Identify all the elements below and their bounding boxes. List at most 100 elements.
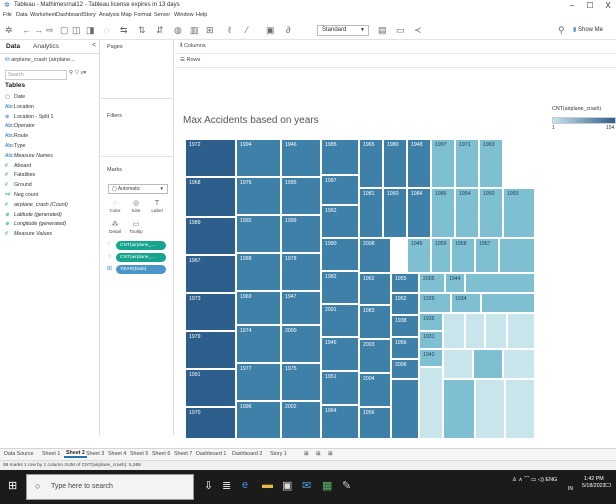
treemap-cell[interactable]: 1947 bbox=[281, 291, 321, 325]
treemap-cell[interactable] bbox=[475, 379, 505, 439]
menu-help[interactable]: Help bbox=[196, 12, 207, 18]
treemap-cell[interactable] bbox=[505, 379, 535, 439]
treemap-cell[interactable]: 1938 bbox=[391, 315, 419, 337]
tab-data[interactable]: Data bbox=[6, 43, 20, 50]
field-search-input[interactable]: Search bbox=[5, 70, 67, 80]
menu-server[interactable]: Server bbox=[154, 12, 170, 18]
show-me-button[interactable]: ▮ Show Me bbox=[573, 26, 603, 33]
treemap-cell[interactable]: 1962 bbox=[321, 205, 359, 238]
label-button[interactable]: T Label bbox=[148, 199, 166, 217]
user-icon[interactable]: ♙ bbox=[512, 477, 517, 483]
pin-icon[interactable]: ⚲ bbox=[558, 25, 565, 35]
treemap-cell[interactable]: 1954 bbox=[455, 188, 479, 238]
treemap-cell[interactable]: 1958 bbox=[451, 238, 475, 273]
tab-sheet-3[interactable]: Sheet 3 bbox=[86, 451, 104, 457]
tableau-taskbar-icon[interactable]: ▦ bbox=[322, 479, 332, 492]
back-icon[interactable]: ← bbox=[22, 25, 31, 35]
treemap-cell[interactable]: 1931 bbox=[419, 331, 443, 349]
tab-sheet-2[interactable]: Sheet 2 bbox=[64, 450, 87, 458]
new-worksheet-icon[interactable]: ◫ bbox=[72, 25, 81, 35]
tab-sheet-1[interactable]: Sheet 1 bbox=[42, 451, 60, 457]
treemap-cell[interactable] bbox=[481, 293, 535, 313]
tab-data-source[interactable]: Data Source bbox=[4, 451, 33, 457]
view-size-select[interactable]: Standard ▼ bbox=[317, 25, 369, 36]
treemap-cell[interactable]: 1975 bbox=[281, 363, 321, 401]
filter-icon[interactable]: ▽ bbox=[75, 70, 79, 76]
field-item[interactable]: ⊕ Latitude (generated) bbox=[5, 212, 62, 218]
close-button[interactable]: X bbox=[602, 1, 614, 10]
treemap-cell[interactable] bbox=[507, 313, 535, 349]
clock[interactable]: 1:42 PM 5/18/2023 bbox=[582, 476, 606, 490]
show-cards-icon[interactable]: ▤ bbox=[378, 25, 387, 35]
menu-map[interactable]: Map bbox=[121, 12, 132, 18]
treemap-cell[interactable]: 1994 bbox=[236, 139, 281, 177]
widgets-icon[interactable]: ≣ bbox=[222, 479, 231, 492]
field-item[interactable]: # Measure Values bbox=[5, 231, 52, 237]
group-icon[interactable]: ◍ bbox=[174, 25, 182, 35]
treemap-cell[interactable]: 2005 bbox=[419, 273, 445, 293]
treemap-cell[interactable]: 1948 bbox=[407, 139, 431, 188]
file-explorer-icon[interactable]: ▬ bbox=[262, 479, 273, 491]
mail-icon[interactable]: ✉ bbox=[302, 479, 311, 492]
treemap-cell[interactable]: 1983 bbox=[359, 305, 391, 339]
new-story-tab-icon[interactable]: ⊞ bbox=[328, 451, 332, 457]
treemap-cell[interactable]: 1942 bbox=[419, 349, 443, 367]
field-item[interactable]: # Aboard bbox=[5, 163, 31, 169]
sort-desc-icon[interactable]: ⇵ bbox=[156, 25, 164, 35]
treemap-cell[interactable]: 2008 bbox=[359, 238, 391, 273]
field-item[interactable]: AbcRoute bbox=[5, 133, 28, 139]
treemap-cell[interactable]: 1960 bbox=[383, 188, 407, 238]
menu-file[interactable]: File bbox=[3, 12, 12, 18]
treemap-cell[interactable] bbox=[465, 273, 535, 293]
tab-analytics[interactable]: Analytics bbox=[33, 43, 59, 50]
treemap-cell[interactable]: 1971 bbox=[455, 139, 479, 188]
field-item[interactable]: ⊕ Longitude (generated) bbox=[5, 221, 66, 227]
treemap-cell[interactable]: 2006 bbox=[391, 359, 419, 379]
treemap-cell[interactable]: 1956 bbox=[359, 407, 391, 439]
menu-dashboard[interactable]: Dashboard bbox=[56, 12, 83, 18]
menu-worksheet[interactable]: Worksheet bbox=[30, 12, 56, 18]
treemap-cell[interactable]: 1951 bbox=[321, 371, 359, 405]
list-view-icon[interactable]: ≡▾ bbox=[80, 70, 86, 76]
rows-shelf[interactable]: ☰ Rows bbox=[175, 54, 616, 68]
pause-updates-icon[interactable]: ◌ bbox=[104, 25, 109, 35]
treemap-cell[interactable]: 1964 bbox=[321, 405, 359, 439]
presentation-mode-icon[interactable]: ▭ bbox=[396, 25, 405, 35]
treemap-cell[interactable]: 2003 bbox=[359, 339, 391, 373]
duplicate-icon[interactable]: ◨ bbox=[86, 25, 95, 35]
treemap-cell[interactable]: 1957 bbox=[475, 238, 499, 273]
field-item[interactable]: AbcType bbox=[5, 143, 25, 149]
store-icon[interactable]: ▣ bbox=[282, 479, 292, 492]
treemap-cell[interactable]: 1989 bbox=[185, 217, 236, 255]
treemap-cell[interactable]: 2000 bbox=[281, 325, 321, 363]
datasource-item[interactable]: ⛁ airplane_crash (airplane... bbox=[5, 57, 75, 63]
treemap-cell[interactable]: 1986 bbox=[431, 188, 455, 238]
forward-icon[interactable]: → bbox=[34, 25, 43, 35]
year-pill[interactable]: YEAR(Date) bbox=[116, 265, 166, 274]
treemap-cell[interactable]: 1990 bbox=[321, 238, 359, 271]
treemap-cell[interactable]: 1946 bbox=[281, 139, 321, 177]
treemap-cell[interactable]: 1999 bbox=[281, 215, 321, 253]
system-tray[interactable]: ♙ ∧ ⌒ ▭ ◁) ENG bbox=[512, 475, 557, 483]
size-pill[interactable]: CNT(airplane_... bbox=[116, 241, 166, 250]
language-indicator[interactable]: ENG bbox=[545, 477, 557, 483]
treemap-cell[interactable]: 1985 bbox=[321, 139, 359, 175]
treemap-cell[interactable]: 1981 bbox=[359, 188, 383, 238]
tab-story-1[interactable]: Story 1 bbox=[270, 451, 287, 457]
treemap-cell[interactable]: 1978 bbox=[281, 253, 321, 291]
new-worksheet-tab-icon[interactable]: ⊞ bbox=[304, 451, 308, 457]
treemap-cell[interactable]: 1984 bbox=[407, 188, 431, 238]
taskbar-search[interactable]: ○ Type here to search bbox=[26, 474, 194, 500]
battery-icon[interactable]: ▭ bbox=[531, 477, 536, 483]
maximize-button[interactable]: ☐ bbox=[584, 1, 596, 10]
tab-sheet-6[interactable]: Sheet 6 bbox=[152, 451, 170, 457]
detail-button[interactable]: ⁂ Detail bbox=[106, 220, 124, 238]
new-dashboard-tab-icon[interactable]: ⊞ bbox=[316, 451, 320, 457]
columns-shelf[interactable]: ⦀ Columns bbox=[175, 40, 616, 54]
treemap-cell[interactable]: 1995 bbox=[281, 177, 321, 215]
treemap-cell[interactable]: 1967 bbox=[185, 255, 236, 293]
treemap-cell[interactable] bbox=[485, 313, 507, 349]
tab-dashboard-2[interactable]: Dashboard 2 bbox=[232, 451, 262, 457]
treemap-cell[interactable]: 1974 bbox=[236, 325, 281, 363]
notification-icon[interactable]: ▭ bbox=[604, 480, 612, 489]
